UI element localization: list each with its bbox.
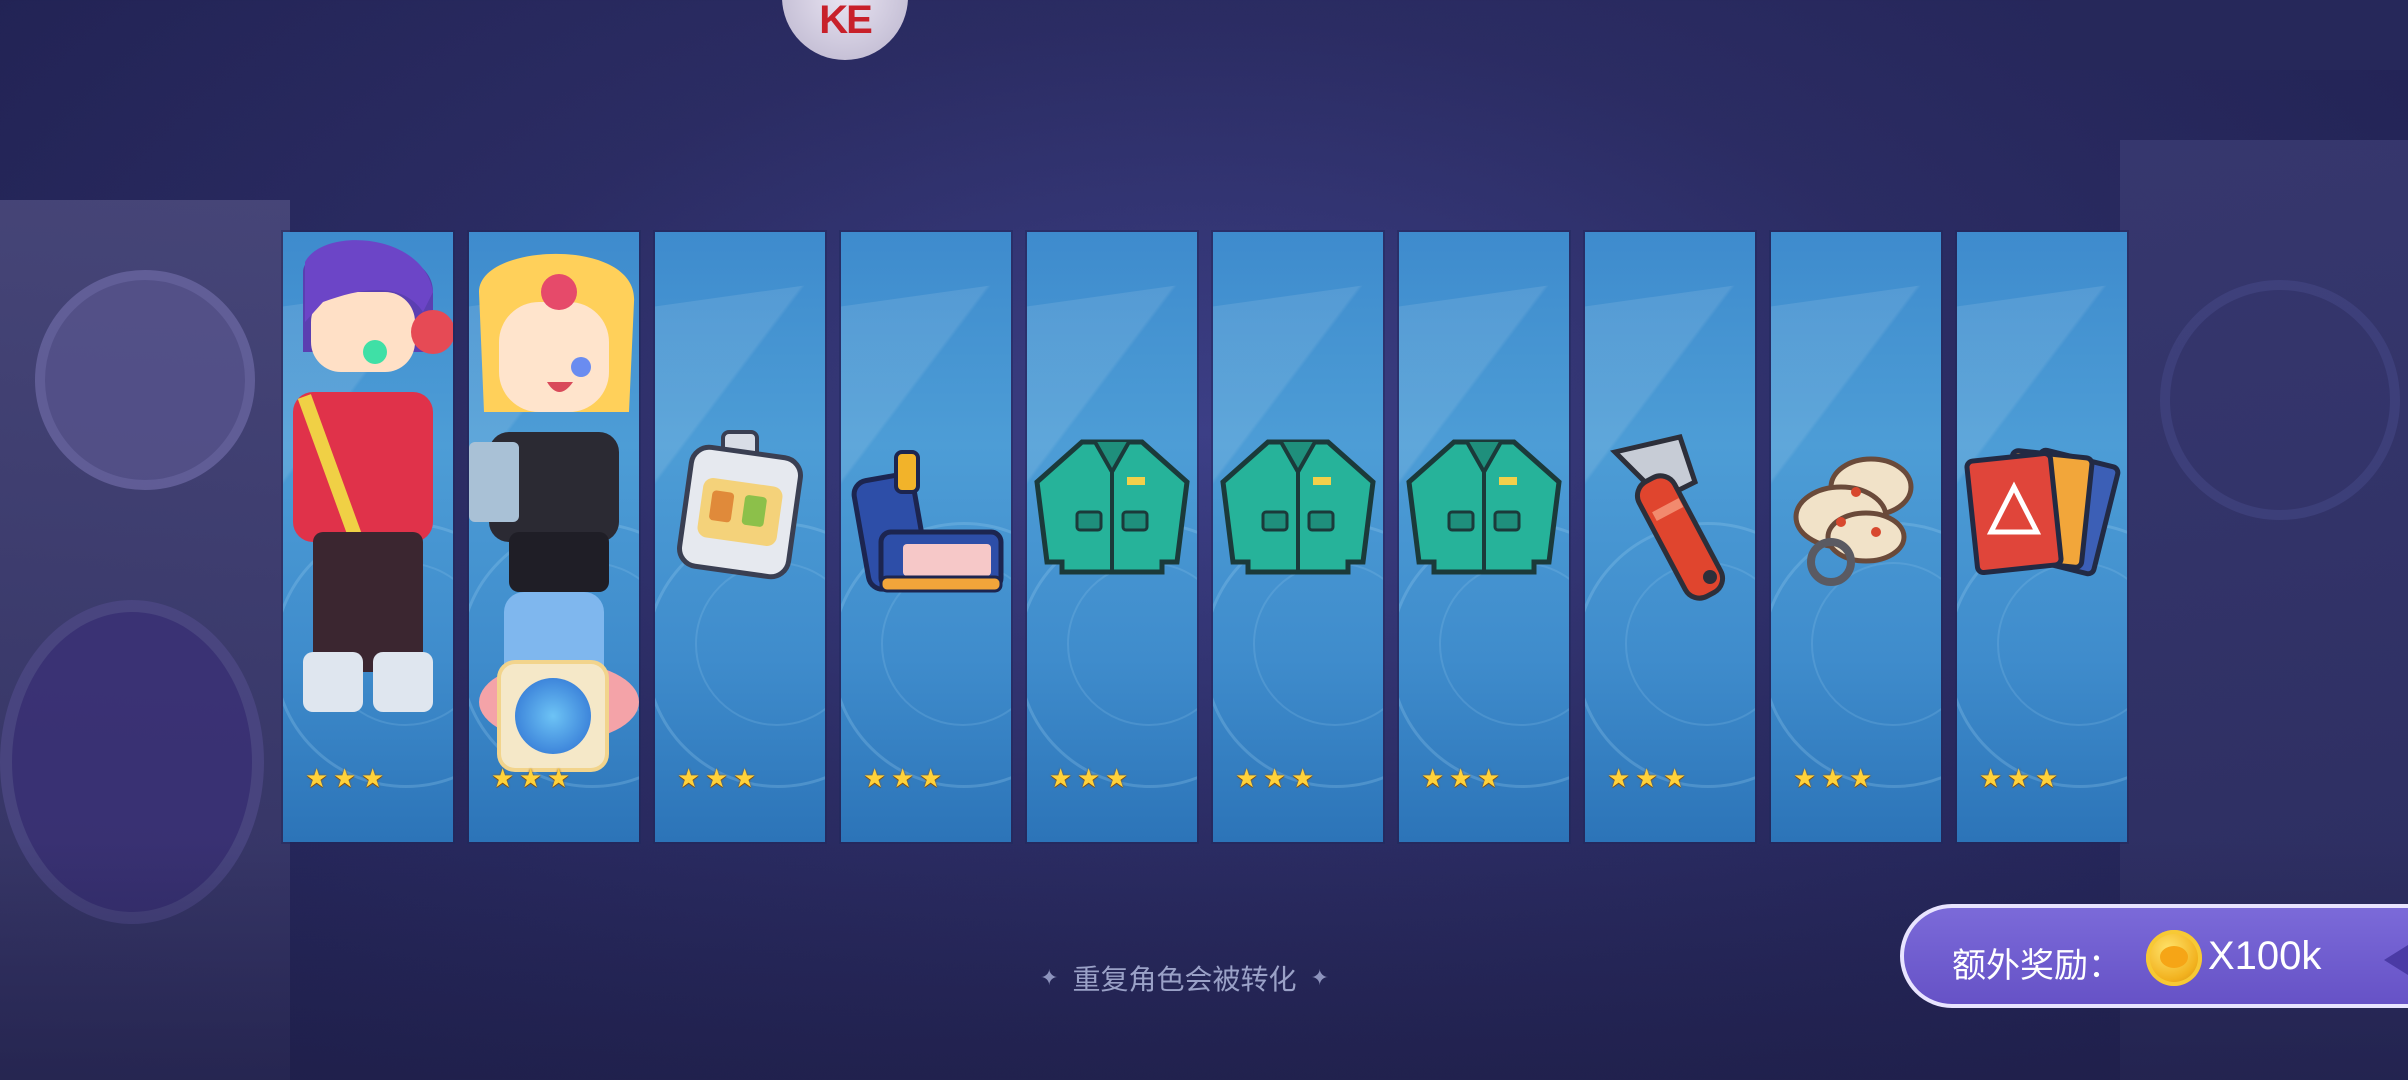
star-icon: ★ bbox=[1449, 764, 1473, 794]
reward-card-9[interactable]: ★ ★ ★ bbox=[1771, 232, 1941, 842]
star-icon: ★ bbox=[1263, 764, 1287, 794]
reward-card-2[interactable]: ★ ★ ★ bbox=[469, 232, 639, 842]
star-icon: ★ bbox=[1849, 764, 1873, 794]
rarity-stars: ★ ★ ★ bbox=[677, 766, 759, 792]
star-icon: ★ bbox=[1105, 764, 1129, 794]
character-avatar-badge bbox=[501, 664, 605, 768]
rarity-stars: ★ ★ ★ bbox=[1049, 766, 1131, 792]
green-jacket-icon bbox=[1406, 439, 1562, 575]
rarity-stars: ★ ★ ★ bbox=[863, 766, 945, 792]
star-icon: ★ bbox=[677, 764, 701, 794]
background-dial-right bbox=[2160, 280, 2400, 520]
reward-card-6[interactable]: ★ ★ ★ bbox=[1213, 232, 1383, 842]
wrench-icon bbox=[1610, 434, 1726, 601]
star-icon: ★ bbox=[1421, 764, 1445, 794]
rarity-stars: ★ ★ ★ bbox=[1793, 766, 1875, 792]
staple-gun-icon bbox=[851, 450, 1004, 593]
rarity-stars: ★ ★ ★ bbox=[1421, 766, 1503, 792]
star-icon: ★ bbox=[361, 764, 385, 794]
star-icon: ★ bbox=[1077, 764, 1101, 794]
reward-card-4[interactable]: ★ ★ ★ bbox=[841, 232, 1011, 842]
star-icon: ★ bbox=[1821, 764, 1845, 794]
star-icon: ★ bbox=[1477, 764, 1501, 794]
star-icon: ★ bbox=[1979, 764, 2003, 794]
character-purple-hair-icon bbox=[293, 240, 453, 712]
duplicate-hint: ✦ 重复角色会被转化 ✦ bbox=[1040, 958, 1329, 998]
rarity-stars: ★ ★ ★ bbox=[1979, 766, 2061, 792]
gold-coin-icon bbox=[2146, 930, 2202, 986]
star-icon: ★ bbox=[333, 764, 357, 794]
diamond-icon: ✦ bbox=[1040, 965, 1059, 991]
star-icon: ★ bbox=[1607, 764, 1631, 794]
reward-card-3[interactable]: ★ ★ ★ bbox=[655, 232, 825, 842]
reward-card-7[interactable]: ★ ★ ★ bbox=[1399, 232, 1569, 842]
green-jacket-icon bbox=[1034, 439, 1190, 575]
star-icon: ★ bbox=[705, 764, 729, 794]
reward-card-8[interactable]: ★ ★ ★ bbox=[1585, 232, 1755, 842]
star-icon: ★ bbox=[1049, 764, 1073, 794]
star-icon: ★ bbox=[919, 764, 943, 794]
star-icon: ★ bbox=[863, 764, 887, 794]
extra-reward-label: 额外奖励： bbox=[1952, 946, 2122, 986]
logo-text: KE bbox=[819, 0, 873, 42]
star-icon: ★ bbox=[305, 764, 329, 794]
flask-icon bbox=[677, 430, 803, 580]
rarity-stars: ★ ★ ★ bbox=[1235, 766, 1317, 792]
background-dial-top bbox=[35, 270, 255, 490]
duplicate-hint-text: 重复角色会被转化 bbox=[1072, 963, 1297, 996]
background-top-right-panel bbox=[2050, 0, 2408, 70]
star-icon: ★ bbox=[547, 764, 571, 794]
star-icon: ★ bbox=[733, 764, 757, 794]
reward-card-10[interactable]: ★ ★ ★ bbox=[1957, 232, 2127, 842]
extra-reward-value: X100k bbox=[2208, 934, 2322, 978]
green-jacket-icon bbox=[1220, 439, 1376, 575]
playing-cards-icon bbox=[1964, 447, 2121, 577]
rope-icon bbox=[1793, 456, 1914, 586]
star-icon: ★ bbox=[491, 764, 515, 794]
rarity-stars: ★ ★ ★ bbox=[1607, 766, 1689, 792]
reward-card-5[interactable]: ★ ★ ★ bbox=[1027, 232, 1197, 842]
star-icon: ★ bbox=[1235, 764, 1259, 794]
collapse-arrow-icon[interactable] bbox=[2384, 940, 2408, 980]
star-icon: ★ bbox=[2035, 764, 2059, 794]
rarity-stars: ★ ★ ★ bbox=[491, 766, 573, 792]
star-icon: ★ bbox=[519, 764, 543, 794]
star-icon: ★ bbox=[1663, 764, 1687, 794]
diamond-icon: ✦ bbox=[1310, 965, 1329, 991]
star-icon: ★ bbox=[1793, 764, 1817, 794]
star-icon: ★ bbox=[1635, 764, 1659, 794]
extra-reward-panel[interactable]: 额外奖励： X100k bbox=[1900, 904, 2408, 1008]
star-icon: ★ bbox=[1291, 764, 1315, 794]
star-icon: ★ bbox=[891, 764, 915, 794]
star-icon: ★ bbox=[2007, 764, 2031, 794]
rarity-stars: ★ ★ ★ bbox=[305, 766, 387, 792]
reward-card-1[interactable]: ★ ★ ★ bbox=[283, 232, 453, 842]
